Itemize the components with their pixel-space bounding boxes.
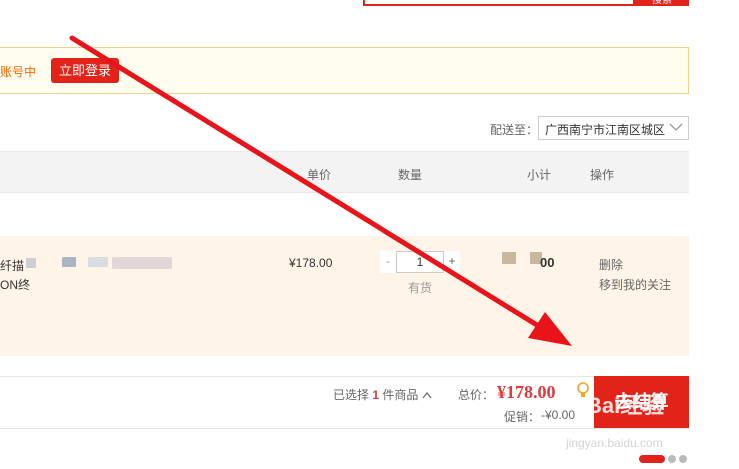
blurred-text: [112, 257, 172, 269]
qty-input[interactable]: 1: [397, 251, 443, 273]
blurred-text: [26, 258, 36, 268]
promo-label: 促销：: [504, 410, 541, 424]
pager-dot[interactable]: [679, 455, 687, 463]
search-input[interactable]: [363, 0, 635, 6]
delivery-region-value: 广西南宁市江南区城区: [545, 123, 666, 137]
blurred-text: [62, 257, 76, 267]
header-quantity: 数量: [398, 168, 423, 182]
move-to-favorites-link[interactable]: 移到我的关注: [599, 276, 671, 293]
promo-value: -¥0.00: [541, 408, 576, 422]
search-button[interactable]: 搜索: [635, 0, 689, 6]
login-button[interactable]: 立即登录: [51, 58, 119, 83]
header-subtotal: 小计: [527, 168, 552, 182]
header-unit-price: 单价: [307, 168, 332, 182]
cart-item-row: [0, 236, 689, 356]
blurred-text: [502, 252, 516, 264]
stock-status: 有货: [408, 281, 433, 295]
item-name-line1[interactable]: 纤描: [0, 257, 24, 274]
qty-decrease-button[interactable]: -: [380, 251, 397, 273]
item-subtotal: 00: [540, 255, 555, 270]
chevron-up-icon: [422, 388, 432, 402]
delivery-label: 配送至：: [490, 123, 539, 137]
blurred-text: [88, 257, 108, 267]
qty-increase-button[interactable]: +: [443, 251, 460, 273]
divider: [0, 428, 689, 429]
selected-count[interactable]: 已选择 1 件商品: [333, 386, 432, 403]
notice-text: 账号中: [0, 65, 37, 79]
watermark-url: jingyan.baidu.com: [566, 436, 663, 450]
divider: [0, 376, 689, 377]
pager-dot-active[interactable]: [639, 455, 665, 463]
watermark-brand: Bai经验: [586, 393, 665, 418]
total-value: ¥178.00: [497, 382, 556, 402]
chevron-down-icon: [668, 117, 684, 140]
selected-prefix: 已选择: [333, 388, 370, 402]
total-label: 总价：: [458, 388, 495, 402]
delete-link[interactable]: 删除: [599, 256, 623, 273]
item-name-line2[interactable]: ON终: [0, 276, 30, 293]
cart-table-header: [0, 151, 689, 193]
pager-dot[interactable]: [668, 455, 676, 463]
item-price: ¥178.00: [289, 256, 333, 270]
header-operation: 操作: [590, 168, 615, 182]
selected-number: 1: [372, 388, 380, 402]
selected-suffix: 件商品: [382, 388, 419, 402]
